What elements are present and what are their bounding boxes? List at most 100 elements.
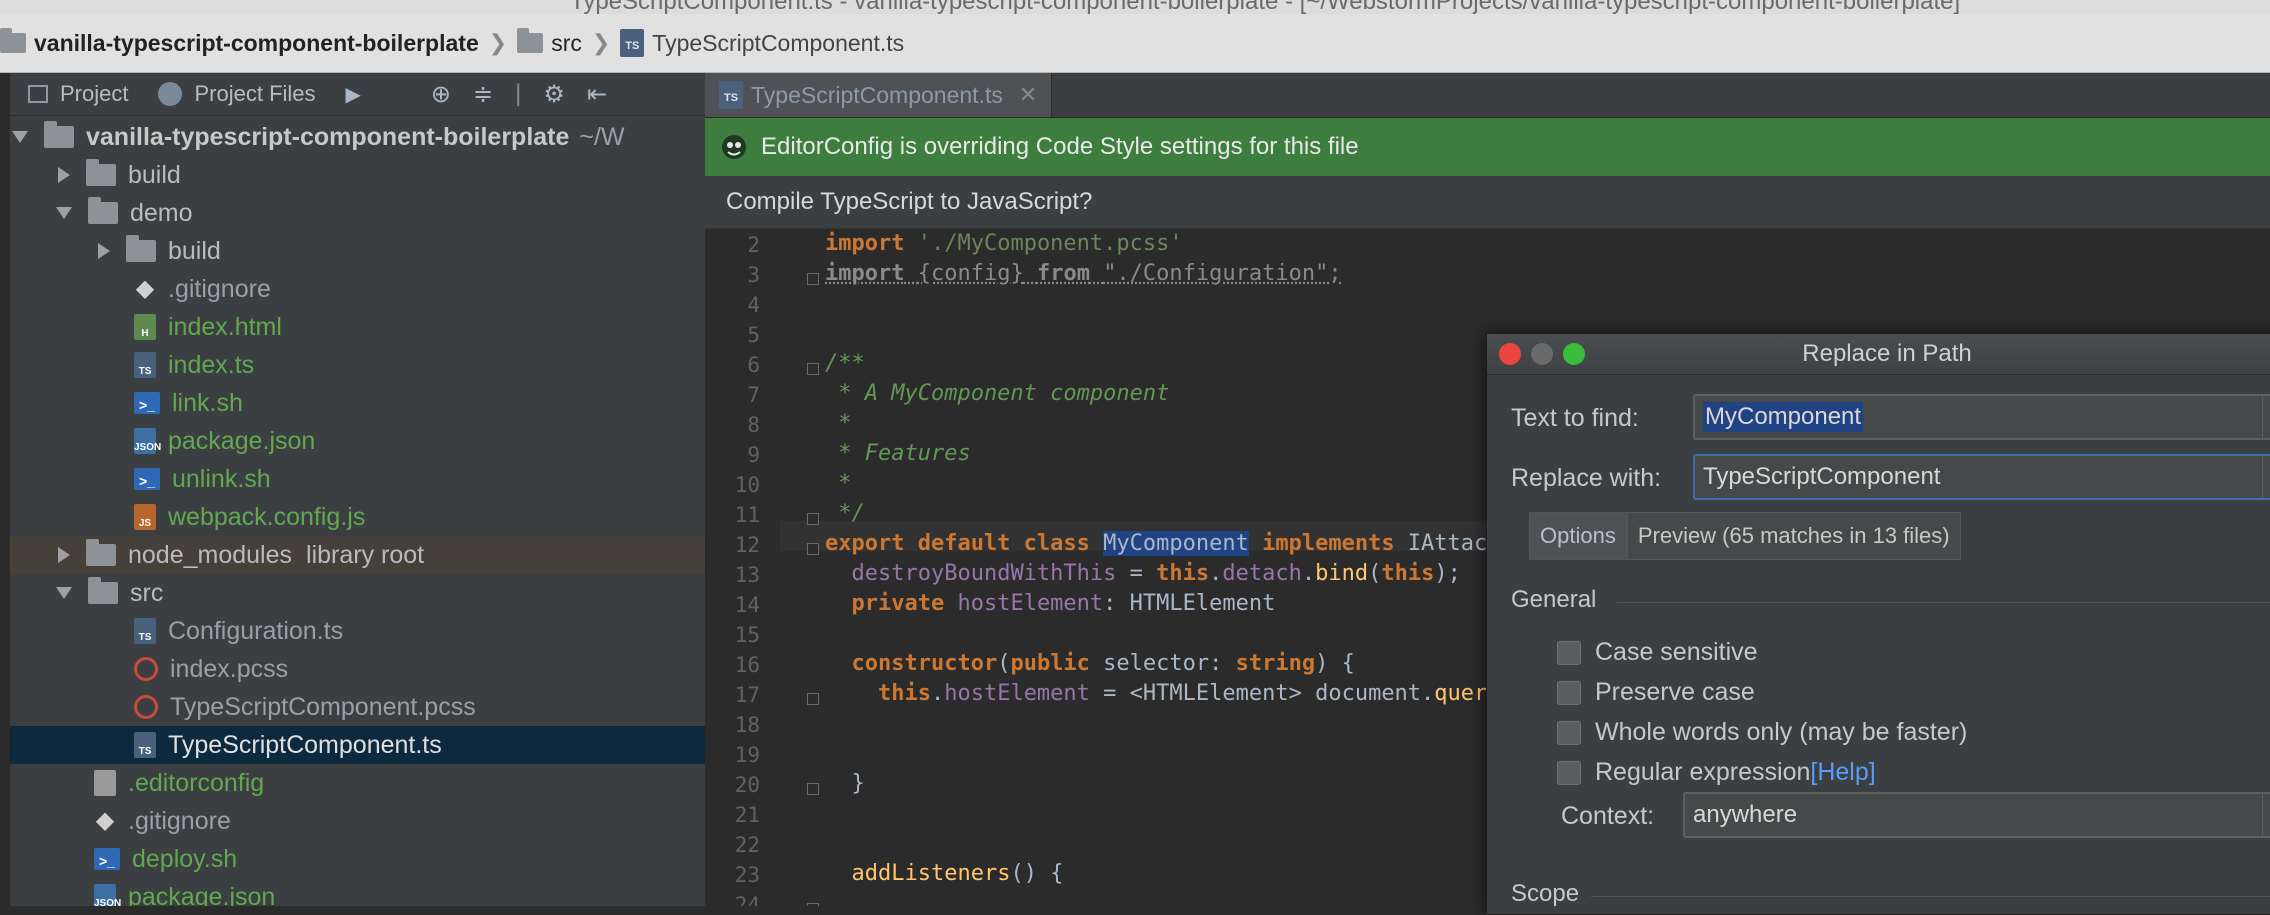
scope-section-label: Scope — [1511, 880, 1579, 908]
fold-marker-icon[interactable] — [807, 783, 819, 795]
breadcrumb-item-src[interactable]: src — [517, 30, 582, 57]
json-file-icon: JSON — [94, 884, 116, 906]
tree-item-unlink-sh[interactable]: >_ unlink.sh — [10, 460, 705, 498]
expand-arrow-icon[interactable] — [12, 131, 28, 143]
shell-script-icon: >_ — [134, 392, 160, 414]
tree-item-index-html[interactable]: H index.html — [10, 308, 705, 346]
expand-arrow-icon[interactable] — [58, 547, 70, 563]
line-number: 2 — [705, 233, 760, 257]
code-line: destroyBoundWithThis = this.detach.bind(… — [825, 561, 1461, 586]
fold-marker-icon[interactable] — [807, 273, 819, 285]
line-number: 10 — [705, 473, 760, 497]
code-line: * Features — [825, 441, 971, 466]
fold-marker-icon[interactable] — [807, 513, 819, 525]
folder-icon — [88, 202, 118, 224]
tree-item-package-json[interactable]: JSON package.json — [10, 422, 705, 460]
tree-item-demo-gitignore[interactable]: ◆ .gitignore — [10, 270, 705, 308]
preserve-case-checkbox[interactable]: Preserve case — [1557, 678, 1755, 707]
fold-marker-icon[interactable] — [807, 363, 819, 375]
breadcrumb-item-project[interactable]: vanilla-typescript-component-boilerplate — [0, 30, 479, 57]
tab-project-files[interactable]: Project Files — [158, 81, 315, 107]
context-select[interactable]: anywhere — [1683, 792, 2270, 838]
line-number: 20 — [705, 773, 760, 797]
tab-options[interactable]: Options — [1529, 512, 1627, 560]
project-toolbar: Project Project Files ▶ ⊕ ≑ | ⚙ ⇤ — [10, 73, 705, 116]
tree-item-component-ts[interactable]: TS TypeScriptComponent.ts — [10, 726, 705, 764]
line-number: 9 — [705, 443, 760, 467]
chevron-down-icon[interactable] — [2262, 794, 2270, 836]
dialog-tabs: Options Preview (65 matches in 13 files) — [1529, 512, 1961, 560]
checkbox[interactable] — [1557, 681, 1581, 705]
project-view-icon — [28, 85, 48, 103]
tree-item-webpack-config[interactable]: JS webpack.config.js — [10, 498, 705, 536]
fold-marker-icon[interactable] — [807, 543, 819, 555]
tree-item-link-sh[interactable]: >_ link.sh — [10, 384, 705, 422]
code-line: * A MyComponent component — [825, 381, 1169, 406]
text-file-icon — [94, 770, 116, 796]
replace-in-path-dialog: Replace in Path Text to find: MyComponen… — [1486, 333, 2270, 915]
code-line: import {config} from "./Configuration"; — [825, 261, 1342, 286]
folder-icon — [88, 582, 118, 604]
chevron-down-icon[interactable] — [2262, 456, 2270, 498]
typescript-file-icon: TS — [134, 732, 156, 758]
tree-item-deploy-sh[interactable]: >_ deploy.sh — [10, 840, 705, 878]
line-number: 13 — [705, 563, 760, 587]
collapse-arrow-icon[interactable] — [56, 207, 72, 219]
divider: | — [515, 80, 521, 108]
chevron-down-icon[interactable] — [2262, 396, 2270, 438]
editor-tab[interactable]: TS TypeScriptComponent.ts ✕ — [705, 73, 1052, 117]
hide-panel-icon[interactable]: ⇤ — [587, 80, 607, 109]
tree-item-root-package-json[interactable]: JSON package.json — [10, 878, 705, 906]
tree-item-index-ts[interactable]: TS index.ts — [10, 346, 705, 384]
tree-item-editorconfig[interactable]: .editorconfig — [10, 764, 705, 802]
tree-item-src[interactable]: src — [10, 574, 705, 612]
general-section-label: General — [1511, 586, 1596, 614]
tree-item-index-pcss[interactable]: index.pcss — [10, 650, 705, 688]
code-line: private hostElement: HTMLElement — [825, 591, 1275, 616]
case-sensitive-checkbox[interactable]: Case sensitive — [1557, 638, 1758, 667]
checkbox[interactable] — [1557, 761, 1581, 785]
tree-item-gitignore[interactable]: ◆ .gitignore — [10, 802, 705, 840]
replace-with-input[interactable]: TypeScriptComponent — [1693, 454, 2270, 500]
tree-item-build[interactable]: build — [10, 156, 705, 194]
expand-arrow-icon[interactable] — [98, 243, 110, 259]
divider — [1617, 602, 2270, 603]
close-icon[interactable]: ✕ — [1019, 82, 1037, 108]
checkbox[interactable] — [1557, 721, 1581, 745]
typescript-file-icon: TS — [134, 618, 156, 644]
line-number: 11 — [705, 503, 760, 527]
tree-root[interactable]: vanilla-typescript-component-boilerplate… — [10, 118, 705, 156]
tree-item-component-pcss[interactable]: TypeScriptComponent.pcss — [10, 688, 705, 726]
tree-item-demo-build[interactable]: build — [10, 232, 705, 270]
window-title: TypeScriptComponent.ts - vanilla-typescr… — [570, 0, 1960, 14]
line-number: 19 — [705, 743, 760, 767]
breadcrumb-item-file[interactable]: TS TypeScriptComponent.ts — [620, 29, 904, 57]
replace-with-label: Replace with: — [1511, 464, 1661, 493]
code-line: addListeners() { — [825, 861, 1063, 886]
line-number: 16 — [705, 653, 760, 677]
project-panel: Project Project Files ▶ ⊕ ≑ | ⚙ ⇤ vanill… — [10, 73, 705, 906]
checkbox[interactable] — [1557, 641, 1581, 665]
tab-project[interactable]: Project — [28, 81, 128, 107]
regular-expression-checkbox[interactable]: Regular expression [Help] — [1557, 758, 1876, 787]
shell-script-icon: >_ — [94, 848, 120, 870]
tree-item-node-modules[interactable]: node_modules library root — [10, 536, 705, 574]
code-line: * — [825, 411, 852, 436]
locate-icon[interactable]: ⊕ — [431, 80, 451, 109]
collapse-all-icon[interactable]: ≑ — [473, 80, 493, 109]
text-to-find-input[interactable]: MyComponent — [1693, 394, 2270, 440]
html-file-icon: H — [134, 314, 156, 340]
compile-typescript-prompt[interactable]: Compile TypeScript to JavaScript? — [705, 176, 2270, 229]
gear-icon[interactable]: ⚙ — [543, 80, 565, 109]
tree-item-demo[interactable]: demo — [10, 194, 705, 232]
expand-arrow-icon[interactable] — [58, 167, 70, 183]
collapse-arrow-icon[interactable] — [56, 587, 72, 599]
fold-marker-icon[interactable] — [807, 693, 819, 705]
help-link[interactable]: [Help] — [1810, 758, 1875, 787]
code-line: * — [825, 471, 852, 496]
tab-preview[interactable]: Preview (65 matches in 13 files) — [1627, 512, 1961, 560]
line-number: 4 — [705, 293, 760, 317]
more-views-icon[interactable]: ▶ — [346, 82, 361, 107]
tree-item-configuration-ts[interactable]: TS Configuration.ts — [10, 612, 705, 650]
whole-words-checkbox[interactable]: Whole words only (may be faster) — [1557, 718, 1967, 747]
